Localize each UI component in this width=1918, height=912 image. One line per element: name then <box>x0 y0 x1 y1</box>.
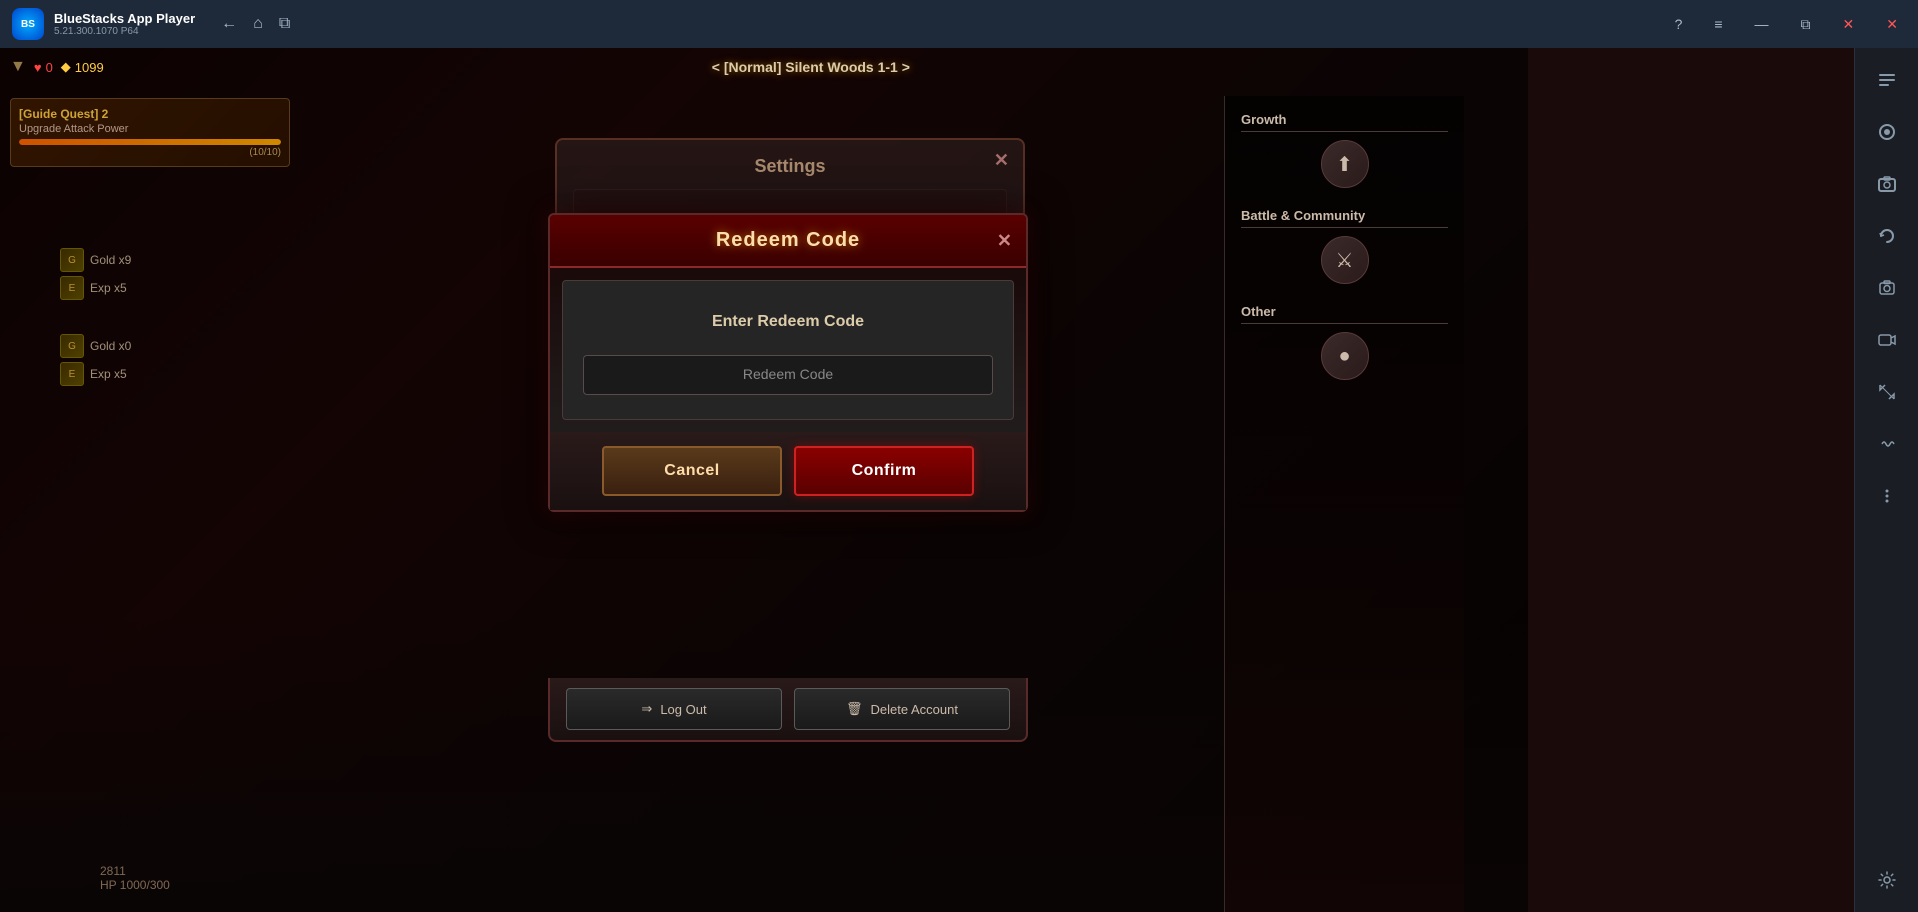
help-button[interactable]: ? <box>1667 12 1691 36</box>
confirm-button[interactable]: Confirm <box>794 446 974 496</box>
titlebar-nav: ← ⌂ ⧉ <box>221 15 290 33</box>
redeem-code-input[interactable] <box>600 366 976 382</box>
delete-account-button[interactable]: 🗑 Delete Account <box>794 688 1010 730</box>
growth-title: Growth <box>1241 112 1448 132</box>
other-section: Other ● <box>1241 304 1448 380</box>
loot-label-4: Exp x5 <box>90 367 127 381</box>
redeem-input-container[interactable] <box>583 355 993 395</box>
app-version: 5.21.300.1070 P64 <box>54 26 195 37</box>
quest-desc: Upgrade Attack Power <box>19 123 281 135</box>
close-button-2[interactable]: ✕ <box>1878 12 1906 37</box>
other-title: Other <box>1241 304 1448 324</box>
menu-chevron-icon: ▼ <box>10 58 26 76</box>
sidebar-shake-button[interactable] <box>1863 420 1911 468</box>
sidebar-expand-button[interactable] <box>1863 56 1911 104</box>
redeem-dialog: Redeem Code ✕ Enter Redeem Code Cancel C… <box>548 213 1028 512</box>
right-panel-sidebar: Growth ⬆ Battle & Community ⚔ Other ● <box>1224 96 1464 912</box>
player-info: 2811 HP 1000/300 <box>100 864 170 892</box>
hud-left: ▼ ♥ 0 ◆ 1099 <box>10 58 104 76</box>
close-x-icon: ✕ <box>997 230 1012 250</box>
logout-label: Log Out <box>660 702 706 717</box>
gem-icon: ◆ <box>61 59 71 75</box>
close-button[interactable]: ✕ <box>1835 12 1863 37</box>
player-hp: HP 1000/300 <box>100 878 170 892</box>
sidebar-screenshot-button[interactable] <box>1863 264 1911 312</box>
settings-close-button[interactable]: ✕ <box>994 150 1009 171</box>
quest-progress-label: (10/10) <box>19 147 281 158</box>
trash-icon: 🗑 <box>846 701 863 717</box>
minimize-button[interactable]: — <box>1747 12 1777 36</box>
home-button[interactable]: ⌂ <box>253 15 263 33</box>
gold-icon: G <box>60 248 84 272</box>
logout-button[interactable]: ⇒ Log Out <box>566 688 782 730</box>
game-hud: ▼ ♥ 0 ◆ 1099 < [Normal] Silent Woods 1-1… <box>10 58 1518 76</box>
redeem-dialog-header: Redeem Code ✕ <box>550 215 1026 268</box>
cancel-button[interactable]: Cancel <box>602 446 782 496</box>
battle-icon: ⚔ <box>1321 236 1369 284</box>
settings-footer: ⇒ Log Out 🗑 Delete Account <box>548 678 1028 742</box>
gold-icon-2: G <box>60 334 84 358</box>
list-item: G Gold x9 <box>60 248 131 272</box>
sidebar-record-button[interactable] <box>1863 108 1911 156</box>
bluestacks-sidebar <box>1854 48 1918 912</box>
battle-community-title: Battle & Community <box>1241 208 1448 228</box>
exp-icon: E <box>60 276 84 300</box>
redeem-instruction-text: Enter Redeem Code <box>583 297 993 331</box>
list-item: E Exp x5 <box>60 276 131 300</box>
battle-community-section: Battle & Community ⚔ <box>1241 208 1448 284</box>
titlebar: BS BlueStacks App Player 5.21.300.1070 P… <box>0 0 1918 48</box>
sidebar-more-button[interactable] <box>1863 472 1911 520</box>
other-icon: ● <box>1321 332 1369 380</box>
windows-button[interactable]: ⧉ <box>279 15 290 33</box>
quest-progress-fill <box>19 139 281 145</box>
loot-label-2: Exp x5 <box>90 281 127 295</box>
sidebar-settings-button[interactable] <box>1863 856 1911 904</box>
gems-display: ◆ 1099 <box>61 59 104 75</box>
logout-icon: ⇒ <box>641 701 652 717</box>
confirm-label: Confirm <box>852 462 917 479</box>
window-controls: ? ≡ — ⧉ ✕ ✕ <box>1667 12 1906 37</box>
growth-icon: ⬆ <box>1321 140 1369 188</box>
list-item: E Exp x5 <box>60 362 131 386</box>
quest-title: [Guide Quest] 2 <box>19 107 281 121</box>
cancel-label: Cancel <box>664 462 719 479</box>
growth-section: Growth ⬆ <box>1241 112 1448 188</box>
sidebar-rotate-button[interactable] <box>1863 212 1911 260</box>
back-button[interactable]: ← <box>221 15 237 33</box>
app-info: BlueStacks App Player 5.21.300.1070 P64 <box>54 11 195 37</box>
delete-account-label: Delete Account <box>871 702 958 717</box>
redeem-dialog-body: Enter Redeem Code <box>562 280 1014 420</box>
loot-label-3: Gold x0 <box>90 339 131 353</box>
app-name: BlueStacks App Player <box>54 11 195 26</box>
sidebar-camera-button[interactable] <box>1863 160 1911 208</box>
settings-title: Settings <box>573 156 1007 177</box>
menu-button[interactable]: ≡ <box>1706 12 1730 36</box>
gems-count: 1099 <box>75 60 104 75</box>
hearts-count: 0 <box>46 60 53 75</box>
redeem-close-button[interactable]: ✕ <box>997 230 1012 251</box>
exp-icon-2: E <box>60 362 84 386</box>
redeem-dialog-buttons: Cancel Confirm <box>550 432 1026 510</box>
quest-progress-bar <box>19 139 281 145</box>
player-level: 2811 <box>100 864 170 878</box>
loot-items: G Gold x9 E Exp x5 G Gold x0 E Exp x5 <box>60 248 131 386</box>
list-item: G Gold x0 <box>60 334 131 358</box>
bluestacks-logo: BS <box>12 8 44 40</box>
quest-panel: [Guide Quest] 2 Upgrade Attack Power (10… <box>10 98 290 167</box>
redeem-dialog-title: Redeem Code <box>716 229 860 252</box>
game-area: ▼ ♥ 0 ◆ 1099 < [Normal] Silent Woods 1-1… <box>0 48 1528 912</box>
heart-icon: ♥ <box>34 60 42 75</box>
loot-label-1: Gold x9 <box>90 253 131 267</box>
sidebar-video-button[interactable] <box>1863 316 1911 364</box>
stage-label: < [Normal] Silent Woods 1-1 > <box>104 59 1518 75</box>
hearts-display: ♥ 0 <box>34 60 53 75</box>
sidebar-resize-button[interactable] <box>1863 368 1911 416</box>
restore-button[interactable]: ⧉ <box>1793 12 1819 37</box>
